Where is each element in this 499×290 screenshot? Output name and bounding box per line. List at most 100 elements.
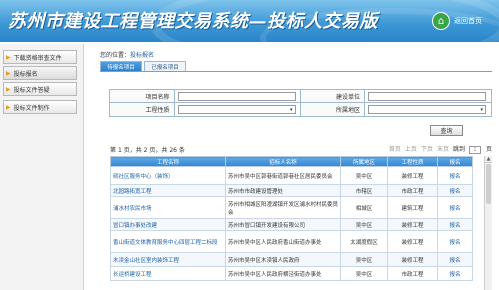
project-type: 装修工程 xyxy=(387,218,438,231)
tab-pending-projects[interactable]: 待报名项目 xyxy=(100,61,142,71)
pager-text: 页，共 xyxy=(149,146,168,154)
sidebar-item-bid-document[interactable]: ▶ 投标文件制作 xyxy=(3,100,77,114)
prev-page-link[interactable]: 上页 xyxy=(405,146,417,153)
register-link[interactable]: 报名 xyxy=(437,230,473,253)
triangle-right-icon: ▶ xyxy=(6,53,11,61)
total-pages: 2 xyxy=(143,146,148,154)
register-link[interactable]: 报名 xyxy=(437,218,473,231)
tab-bar: 待报名项目 已报名项目 xyxy=(100,61,186,71)
tenderer-name: 苏州市市政建设管理处 xyxy=(225,184,341,197)
area: 吴中区 xyxy=(340,252,388,267)
area: 吴中区 xyxy=(340,218,388,231)
search-row: 工程性质 ▾ 所属地区 ▾ xyxy=(110,103,491,116)
register-link[interactable]: 报名 xyxy=(437,184,473,197)
chevron-down-icon: ▾ xyxy=(290,106,293,113)
project-type-label: 工程性质 xyxy=(110,103,175,116)
current-page: 1 xyxy=(117,146,122,154)
area: 市辖区 xyxy=(340,184,388,197)
project-type: 装修工程 xyxy=(387,166,438,185)
sidebar-item-bid-registration[interactable]: ▶ 投标报名 xyxy=(3,66,77,80)
project-table: 工程名称 招标人名称 所属地区 工程性质 报名 硕社区服务中心（装饰） 苏州市吴… xyxy=(110,156,473,281)
search-panel: 项目名称 建设单位 工程性质 ▾ 所属地区 ▾ xyxy=(109,89,492,117)
col-type: 工程性质 xyxy=(387,156,438,167)
register-link[interactable]: 报名 xyxy=(437,252,473,267)
project-name-link[interactable]: 浦水村农民市场 xyxy=(110,196,226,219)
register-link[interactable]: 报名 xyxy=(437,266,473,281)
app-header: 苏州市建设工程管理交易系统—投标人交易版 ⌂ 返回首页 xyxy=(0,0,499,42)
jump-label: 跳到 xyxy=(452,146,465,154)
project-name-input[interactable] xyxy=(177,91,296,101)
sidebar-item-label: 投标报名 xyxy=(13,70,38,78)
table-scrollbar[interactable]: ▲ xyxy=(484,156,492,290)
breadcrumb: 您的位置：投标报名 xyxy=(100,50,154,59)
build-unit-label: 建设单位 xyxy=(300,90,366,102)
project-name-cell xyxy=(175,90,301,102)
col-register: 报名 xyxy=(437,156,473,167)
col-project-name: 工程名称 xyxy=(110,156,226,167)
col-area: 所属地区 xyxy=(340,156,388,167)
table-row: 长运桥建设工程 苏州市吴中区人民政府横泾街道办事处 吴中区 市政工程 报名 xyxy=(110,266,473,281)
home-label: 返回首页 xyxy=(454,17,482,25)
tenderer-name: 苏州市吴中区郭巷街道郭巷社区居民委员会 xyxy=(225,166,341,185)
project-type: 市政工程 xyxy=(387,266,438,281)
area: 吴中区 xyxy=(340,266,388,281)
home-icon: ⌂ xyxy=(432,12,450,30)
table-row: 浦水村农民市场 苏州市相城区阳澄湖镇开发区浦水村村民委员会 相城区 建筑工程 报… xyxy=(110,196,473,219)
project-type: 装修工程 xyxy=(387,230,438,253)
search-row: 项目名称 建设单位 xyxy=(110,90,491,103)
table-row: 北园路拓宽工程 苏州市市政建设管理处 市辖区 市政工程 报名 xyxy=(110,184,473,197)
sidebar: ▶ 下载资格审查文件 ▶ 投标报名 ▶ 投标文件答疑 ▶ 投标文件制作 xyxy=(0,44,84,290)
project-type-select[interactable]: ▾ xyxy=(177,105,296,114)
chevron-down-icon: ▾ xyxy=(480,106,484,113)
pager-text: 条 xyxy=(178,146,185,154)
sidebar-item-label: 下载资格审查文件 xyxy=(13,54,62,62)
triangle-right-icon: ▶ xyxy=(6,103,11,111)
scroll-thumb[interactable] xyxy=(486,164,491,204)
area: 太湖度假区 xyxy=(340,230,388,253)
tab-divider xyxy=(100,71,492,72)
area: 吴中区 xyxy=(340,166,388,185)
pager-nav: 首页 上页 下页 末页 跳到 1 页 xyxy=(385,144,492,154)
project-name-label: 项目名称 xyxy=(110,90,175,102)
triangle-right-icon: ▶ xyxy=(6,69,11,77)
sidebar-item-bid-qa[interactable]: ▶ 投标文件答疑 xyxy=(3,82,77,96)
col-tenderer: 招标人名称 xyxy=(225,156,341,167)
build-unit-input[interactable] xyxy=(368,91,487,101)
next-page-link[interactable]: 下页 xyxy=(421,146,433,153)
project-name-link[interactable]: 北园路拓宽工程 xyxy=(110,184,226,197)
table-row: 香山街道文体教育服务中心四层工程二标段 苏州市吴中区人民政府香山街道办事处 太湖… xyxy=(110,230,473,253)
jump-page-input[interactable]: 1 xyxy=(468,145,481,154)
last-page-link[interactable]: 末页 xyxy=(437,146,449,153)
project-name-link[interactable]: 香山街道文体教育服务中心四层工程二标段 xyxy=(110,230,226,253)
breadcrumb-current[interactable]: 投标报名 xyxy=(130,52,154,59)
project-name-link[interactable]: 长运桥建设工程 xyxy=(110,266,226,281)
area-select[interactable]: ▾ xyxy=(368,105,487,114)
sidebar-item-label: 投标文件答疑 xyxy=(13,86,50,94)
tenderer-name: 苏州市冒口镇开发建设有限公司 xyxy=(225,218,341,231)
area-cell: ▾ xyxy=(365,103,491,116)
page-unit-label: 页 xyxy=(485,146,492,154)
tenderer-name: 苏州市吴中区人民政府香山街道办事处 xyxy=(225,230,341,253)
table-row: 硕社区服务中心（装饰） 苏州市吴中区郭巷街道郭巷社区居民委员会 吴中区 装修工程… xyxy=(110,166,473,185)
table-row: 冒口镇办事处改建 苏州市冒口镇开发建设有限公司 吴中区 装修工程 报名 xyxy=(110,218,473,231)
build-unit-cell xyxy=(365,90,491,102)
first-page-link[interactable]: 首页 xyxy=(389,146,401,153)
query-button[interactable]: 查询 xyxy=(430,125,463,136)
area-label: 所属地区 xyxy=(300,103,366,116)
pager: 第 1 页，共 2 页，共 26 条 首页 上页 下页 末页 跳到 1 页 xyxy=(110,144,492,154)
project-name-link[interactable]: 硕社区服务中心（装饰） xyxy=(110,166,226,185)
sidebar-item-label: 投标文件制作 xyxy=(13,104,50,112)
tab-registered-projects[interactable]: 已报名项目 xyxy=(144,61,186,71)
register-link[interactable]: 报名 xyxy=(437,196,473,219)
scroll-up-icon[interactable]: ▲ xyxy=(485,156,492,163)
table-header-row: 工程名称 招标人名称 所属地区 工程性质 报名 xyxy=(110,156,473,167)
sidebar-item-download-qualification[interactable]: ▶ 下载资格审查文件 xyxy=(3,50,77,64)
project-name-link[interactable]: 木渎金山社区室内装饰工程 xyxy=(110,252,226,267)
project-type: 装修工程 xyxy=(387,252,438,267)
register-link[interactable]: 报名 xyxy=(437,166,473,185)
project-name-link[interactable]: 冒口镇办事处改建 xyxy=(110,218,226,231)
tenderer-name: 苏州市相城区阳澄湖镇开发区浦水村村民委员会 xyxy=(225,196,341,219)
home-button[interactable]: ⌂ 返回首页 xyxy=(432,11,482,31)
project-type-cell: ▾ xyxy=(175,103,301,116)
tenderer-name: 苏州市吴中区木渎镇人民政府 xyxy=(225,252,341,267)
